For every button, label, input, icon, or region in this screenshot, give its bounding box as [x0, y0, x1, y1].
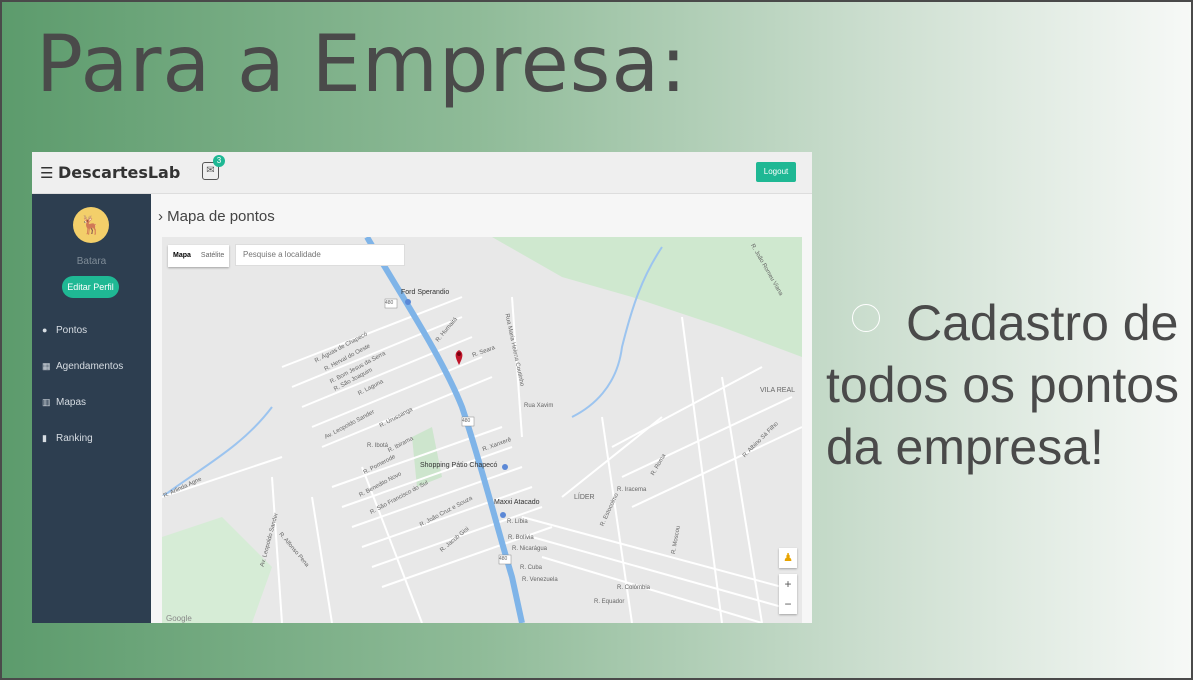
- brand-logo[interactable]: DescartesLab: [58, 163, 180, 182]
- highway-badge: 480: [462, 418, 471, 424]
- map-place-label: LÍDER: [574, 494, 595, 501]
- map-canvas: [162, 237, 802, 623]
- main-content: › Mapa de pontos 480 480 480 Ford Speran…: [151, 194, 812, 623]
- street-label: R. Cuba: [520, 565, 543, 571]
- zoom-control: + −: [779, 574, 797, 614]
- street-label: Rua Xavim: [524, 403, 554, 409]
- bullet-line-1: Cadastro de: [906, 295, 1179, 351]
- sidebar-item-pontos[interactable]: ● Pontos: [42, 325, 87, 336]
- highway-badge: 480: [499, 556, 508, 562]
- map-place-label: VILA REAL: [760, 387, 796, 394]
- sidebar-item-label: Ranking: [56, 433, 93, 444]
- map-icon: ▥: [42, 397, 51, 407]
- app-screenshot: ☰ DescartesLab ✉ 3 Logout 🦌 Batara Edita…: [32, 152, 812, 623]
- highway-badge: 480: [385, 300, 394, 306]
- calendar-icon: ▦: [42, 361, 51, 371]
- edit-profile-button[interactable]: Editar Perfil: [62, 276, 119, 298]
- map-view[interactable]: 480 480 480 Ford Sperandio Shopping Páti…: [162, 237, 802, 623]
- sidebar-item-mapas[interactable]: ▥ Mapas: [42, 397, 86, 408]
- bullet-line-2: todos os pontos: [826, 357, 1180, 413]
- hamburger-menu-icon[interactable]: ☰: [40, 164, 53, 182]
- street-label: R. Nicarágua: [512, 546, 548, 552]
- sidebar-item-label: Mapas: [56, 397, 87, 408]
- notification-badge: 3: [213, 155, 225, 167]
- chevron-right-icon: ›: [158, 208, 163, 225]
- avatar: 🦌: [73, 207, 109, 243]
- sidebar-item-label: Pontos: [56, 325, 88, 336]
- street-label: R. Venezuela: [522, 577, 558, 583]
- map-type-toggle: Mapa Satélite: [168, 245, 230, 267]
- map-place-label: Shopping Pátio Chapecó: [420, 462, 498, 469]
- top-bar: ☰ DescartesLab ✉ 3 Logout: [32, 152, 812, 194]
- street-view-pegman-icon[interactable]: ♟: [779, 548, 797, 568]
- map-place-label: Ford Sperandio: [401, 289, 450, 296]
- zoom-out-button[interactable]: −: [779, 594, 797, 614]
- slide-title: Para a Empresa:: [36, 20, 688, 110]
- deer-icon: 🦌: [79, 215, 103, 235]
- sidebar-item-agendamentos[interactable]: ▦ Agendamentos: [42, 361, 123, 372]
- map-search-input[interactable]: [235, 244, 405, 266]
- bar-chart-icon: ▮: [42, 433, 47, 443]
- map-marker-icon: ●: [42, 325, 48, 335]
- street-label: R. Ibotá: [367, 443, 389, 449]
- page-title: › Mapa de pontos: [158, 208, 275, 225]
- map-type-map-button[interactable]: Mapa: [168, 245, 196, 267]
- map-type-satellite-button[interactable]: Satélite: [196, 245, 229, 267]
- street-label: R. Iracema: [617, 487, 647, 493]
- street-label: R. Equador: [594, 599, 625, 605]
- bullet-line-3: da empresa!: [826, 419, 1104, 475]
- bullet-text: Cadastro de todos os pontos da empresa!: [826, 292, 1186, 478]
- map-place-label: Maxxi Atacado: [494, 499, 540, 506]
- street-label: R. Colômbia: [617, 585, 651, 591]
- street-label: R. Líbia: [507, 519, 528, 525]
- bullet-circle-icon: [852, 304, 880, 332]
- street-label: R. Bolívia: [508, 535, 534, 541]
- username: Batara: [76, 256, 107, 267]
- google-logo: Google: [166, 614, 192, 623]
- page-title-text: Mapa de pontos: [167, 208, 275, 225]
- sidebar-item-label: Agendamentos: [56, 361, 124, 372]
- logout-button[interactable]: Logout: [756, 162, 796, 182]
- zoom-in-button[interactable]: +: [779, 574, 797, 594]
- sidebar-item-ranking[interactable]: ▮ Ranking: [42, 433, 93, 444]
- sidebar: 🦌 Batara Editar Perfil ● Pontos ▦ Agendame…: [32, 194, 151, 623]
